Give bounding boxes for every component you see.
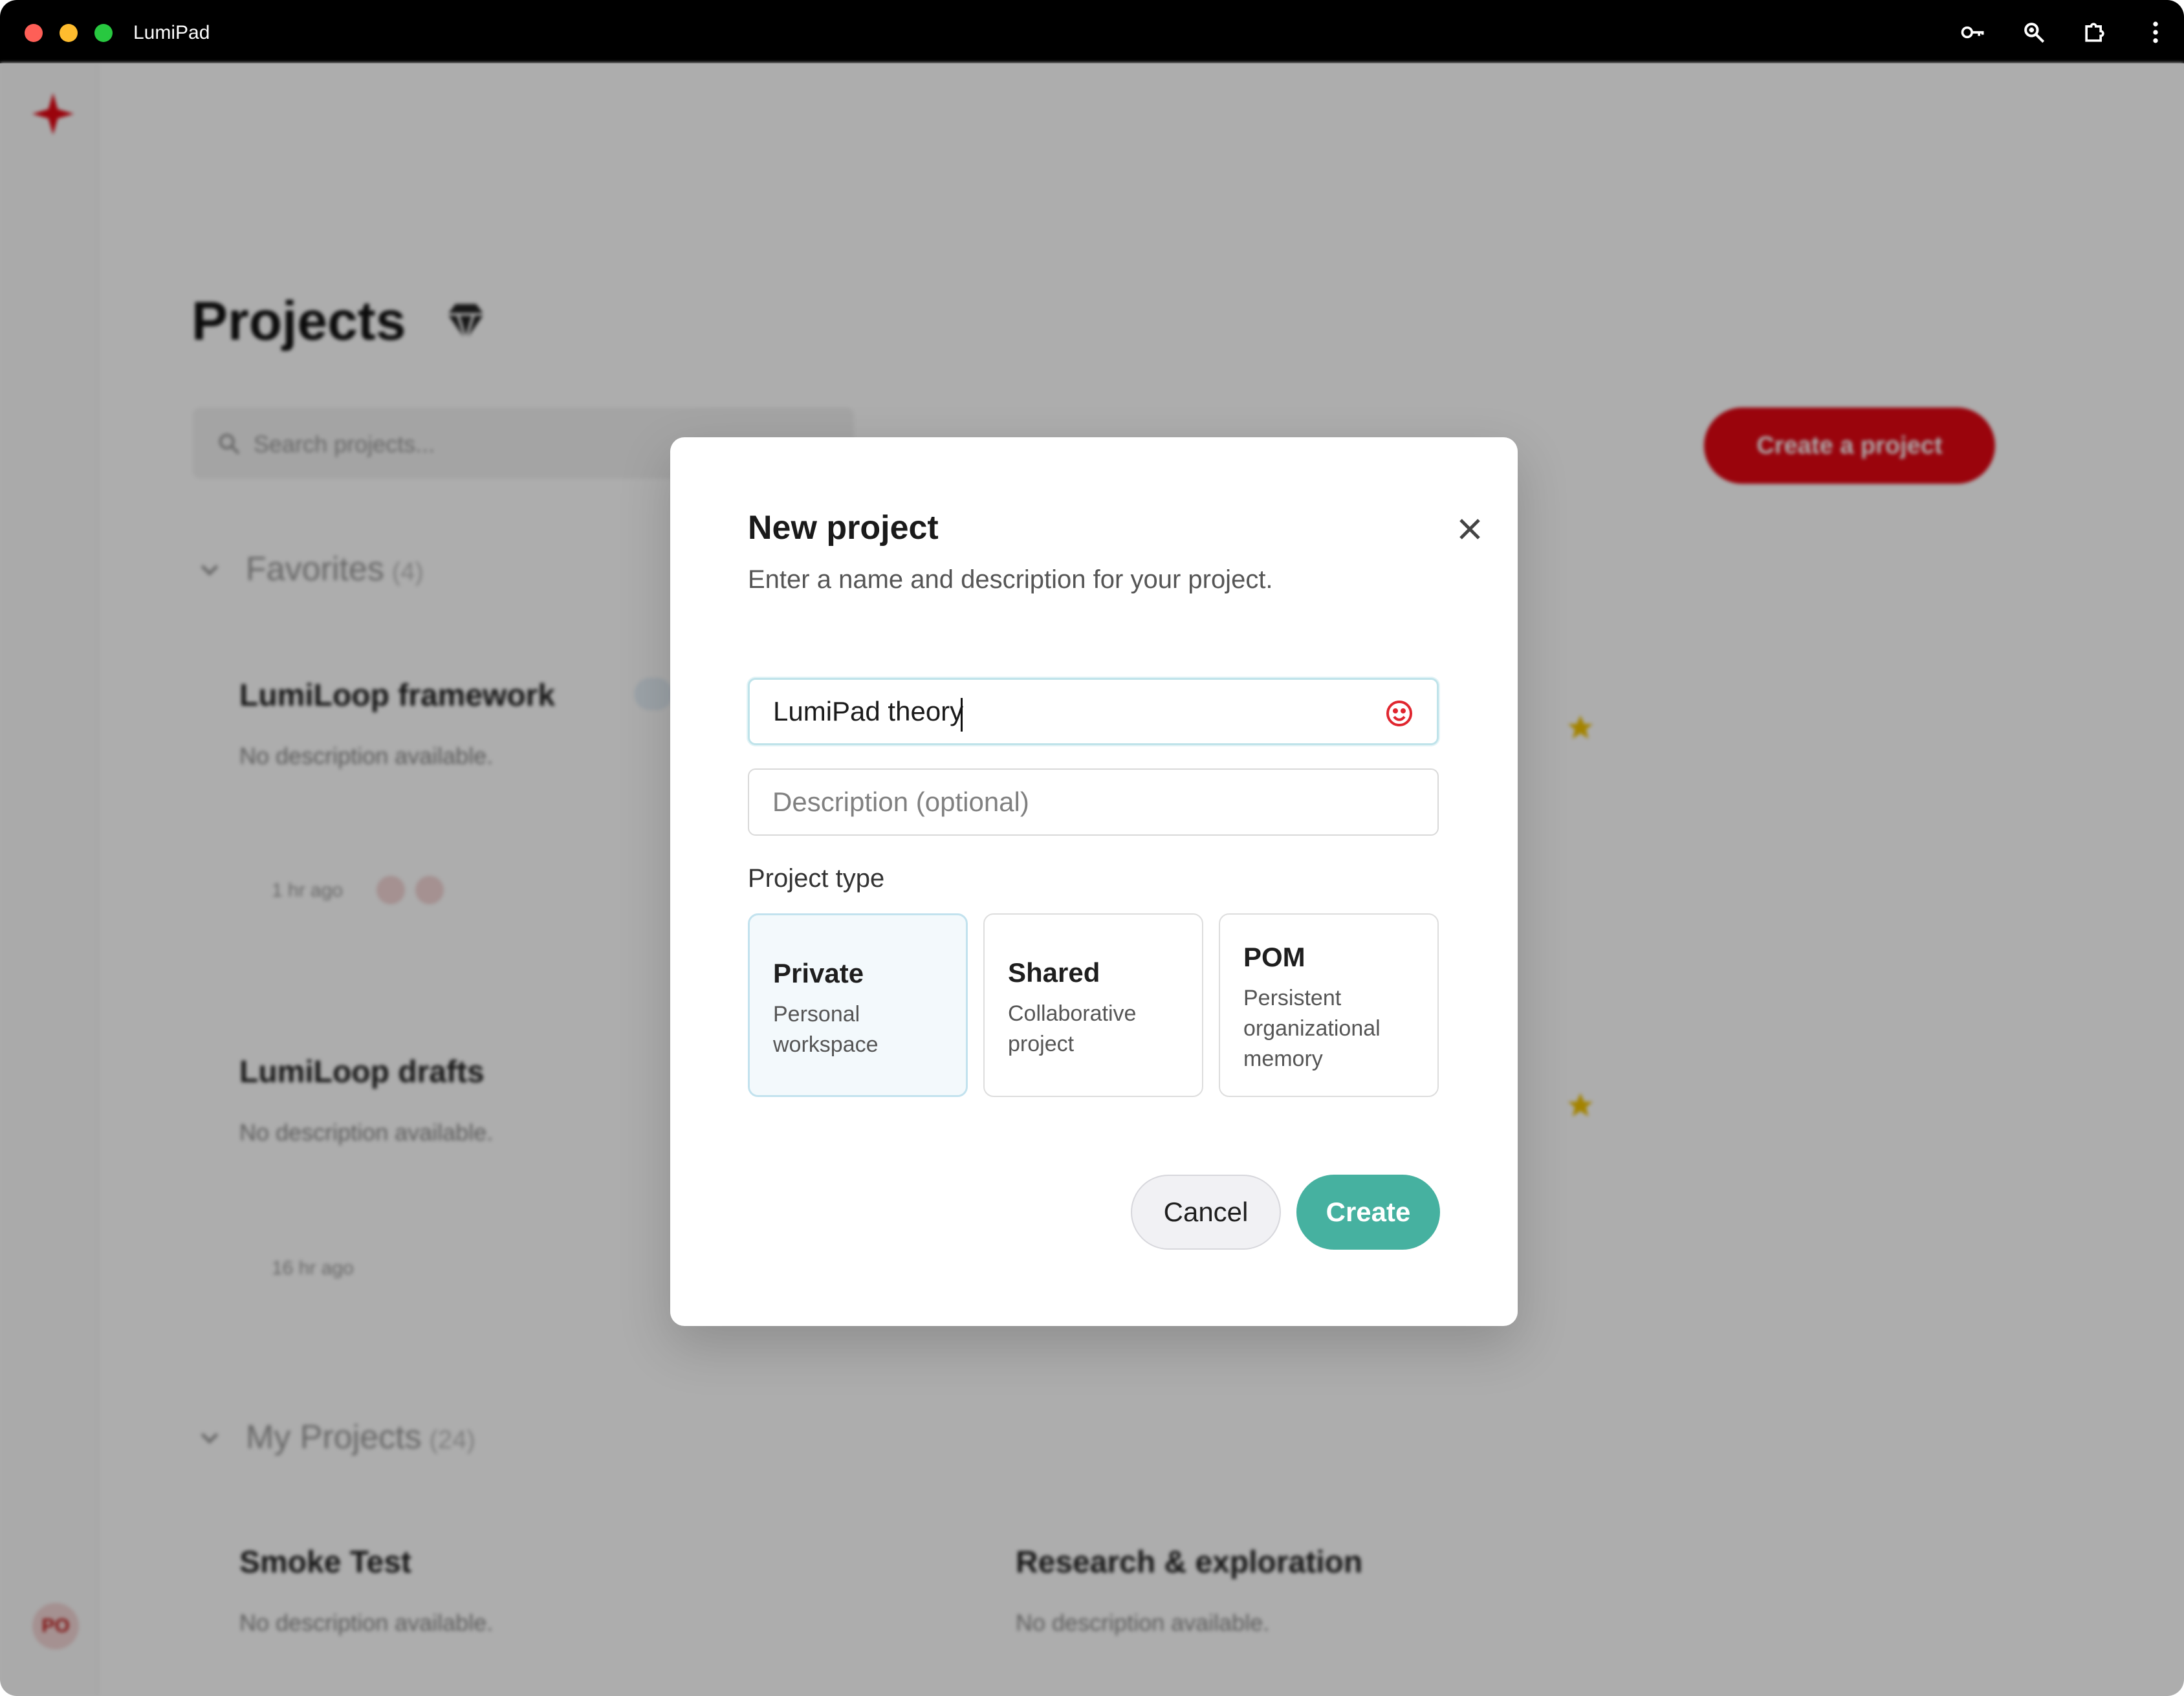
app-window: LumiPad PO Projects Search projects... C… [0, 0, 2184, 1696]
cancel-button[interactable]: Cancel [1131, 1175, 1281, 1250]
dialog-title: New project [748, 509, 939, 547]
minimize-window-button[interactable] [60, 24, 78, 42]
emoji-picker-icon[interactable] [1384, 698, 1415, 729]
project-type-description: Personal workspace [773, 1002, 879, 1057]
close-icon[interactable] [1454, 514, 1485, 545]
key-icon[interactable] [1959, 18, 1987, 47]
new-project-dialog: New project Enter a name and description… [670, 437, 1518, 1326]
close-window-button[interactable] [25, 24, 43, 42]
project-type-label: Project type [748, 864, 885, 893]
extensions-icon[interactable] [2080, 18, 2109, 47]
project-name-field[interactable] [748, 678, 1439, 745]
project-type-title: Private [773, 958, 864, 988]
zoom-window-button[interactable] [94, 24, 113, 42]
app-title: LumiPad [133, 22, 210, 43]
create-button[interactable]: Create [1296, 1175, 1440, 1250]
text-caret [961, 698, 963, 732]
description-field[interactable] [748, 768, 1439, 836]
more-vertical-icon[interactable] [2141, 18, 2170, 47]
dialog-subtitle: Enter a name and description for your pr… [748, 565, 1273, 594]
project-type-description: Persistent organizational memory [1243, 986, 1381, 1071]
project-name-input[interactable] [773, 680, 1355, 743]
project-type-pom[interactable]: POM Persistent organizational memory [1219, 913, 1439, 1097]
project-type-title: Shared [1008, 957, 1100, 988]
project-type-shared[interactable]: Shared Collaborative project [983, 913, 1203, 1097]
title-bar: LumiPad [0, 0, 2184, 63]
project-type-title: POM [1243, 942, 1305, 972]
description-input[interactable] [772, 770, 1355, 834]
zoom-icon[interactable] [2020, 18, 2048, 47]
project-type-description: Collaborative project [1008, 1001, 1137, 1056]
project-type-private[interactable]: Private Personal workspace [748, 913, 968, 1097]
